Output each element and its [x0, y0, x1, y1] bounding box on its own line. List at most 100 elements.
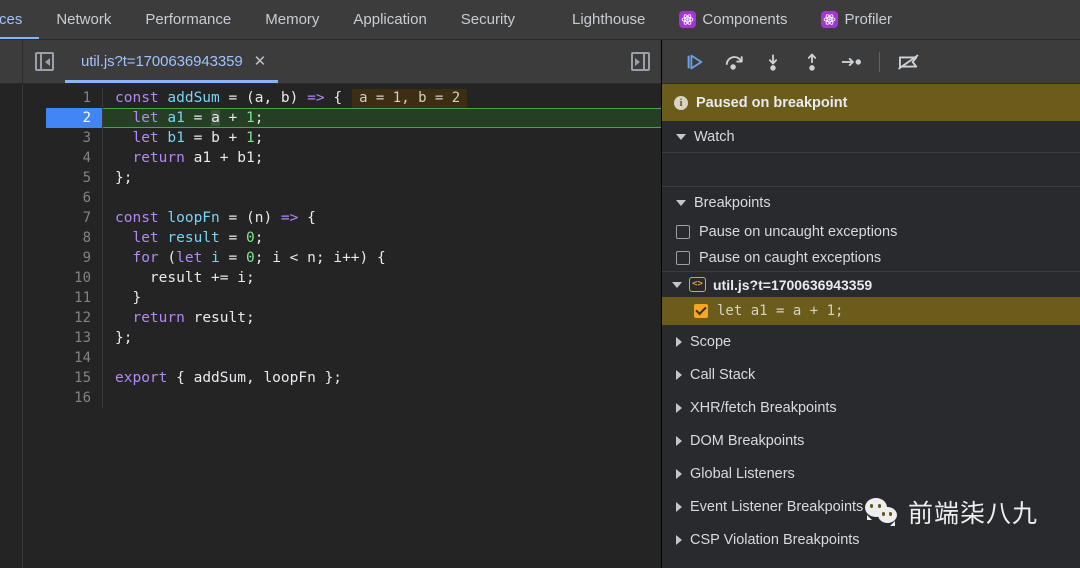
tab-label: Components [702, 11, 787, 28]
line-content: const loopFn = (n) => { [102, 208, 661, 228]
line-content: let result = 0; [102, 228, 661, 248]
chevron-down-icon [672, 282, 682, 288]
checkbox[interactable] [676, 225, 690, 239]
line-content: } [102, 288, 661, 308]
step-icon[interactable] [832, 47, 869, 77]
tab-performance[interactable]: Performance [128, 0, 248, 39]
code-line: 9 for (let i = 0; i < n; i++) { [23, 248, 661, 268]
tab-components[interactable]: Components [662, 0, 804, 39]
resume-icon[interactable] [676, 47, 713, 77]
show-navigator-button[interactable] [23, 40, 65, 83]
option-label: Pause on uncaught exceptions [699, 224, 897, 240]
info-icon: i [674, 96, 688, 110]
line-content: const addSum = (a, b) => {a = 1, b = 2 [102, 88, 661, 108]
chevron-right-icon [676, 502, 682, 512]
section-watch[interactable]: Watch [662, 121, 1080, 153]
line-number: 1 [23, 88, 102, 108]
debugger-toolbar [662, 40, 1080, 84]
line-number: 9 [23, 248, 102, 268]
code-editor[interactable]: 1 const addSum = (a, b) => {a = 1, b = 2… [0, 84, 661, 568]
line-content: }; [102, 168, 661, 188]
line-number: 2 [23, 108, 102, 128]
section-title: Event Listener Breakpoints [690, 499, 863, 515]
breakpoint-item[interactable]: let a1 = a + 1; [662, 297, 1080, 325]
line-number: 7 [23, 208, 102, 228]
chevron-right-icon [676, 370, 682, 380]
code-line: 11 } [23, 288, 661, 308]
code-line: 12 return result; [23, 308, 661, 328]
devtools-body: util.js?t=1700636943359 ✕ 1 const addSum… [0, 40, 1080, 568]
code-line: 14 [23, 348, 661, 368]
tab-label: Profiler [844, 11, 892, 28]
devtools-panel-tabbar: rces Network Performance Memory Applicat… [0, 0, 1080, 40]
show-debugger-button[interactable] [619, 40, 661, 83]
section-title: Call Stack [690, 367, 755, 383]
paused-on-breakpoint-banner: i Paused on breakpoint [662, 84, 1080, 121]
tab-label: Performance [145, 11, 231, 28]
checkbox[interactable] [676, 251, 690, 265]
line-number: 8 [23, 228, 102, 248]
tab-label: rces [0, 11, 22, 28]
file-tab-util-js[interactable]: util.js?t=1700636943359 ✕ [65, 40, 278, 83]
section-title: Scope [690, 334, 731, 350]
code-line: 8 let result = 0; [23, 228, 661, 248]
line-content: result += i; [102, 268, 661, 288]
tab-sources[interactable]: rces [0, 0, 39, 39]
section-xhr-fetch-breakpoints[interactable]: XHR/fetch Breakpoints [662, 391, 1080, 424]
editor-outer-gutter [0, 84, 23, 568]
code-line: 2 let a1 = a + 1; [23, 108, 661, 128]
tab-application[interactable]: Application [336, 0, 443, 39]
tab-label: Memory [265, 11, 319, 28]
deactivate-breakpoints-icon[interactable] [890, 47, 927, 77]
collapse-left-panel-icon [35, 52, 54, 71]
line-number: 11 [23, 288, 102, 308]
section-title: XHR/fetch Breakpoints [690, 400, 837, 416]
tab-label: Lighthouse [572, 11, 645, 28]
line-content: export { addSum, loopFn }; [102, 368, 661, 388]
section-dom-breakpoints[interactable]: DOM Breakpoints [662, 424, 1080, 457]
code-line: 3 let b1 = b + 1; [23, 128, 661, 148]
section-call-stack[interactable]: Call Stack [662, 358, 1080, 391]
section-csp-violation-breakpoints[interactable]: CSP Violation Breakpoints [662, 523, 1080, 556]
watch-empty-area[interactable] [662, 153, 1080, 187]
sources-editor-pane: util.js?t=1700636943359 ✕ 1 const addSum… [0, 40, 662, 568]
tab-network[interactable]: Network [39, 0, 128, 39]
file-tabbar: util.js?t=1700636943359 ✕ [0, 40, 661, 84]
chevron-right-icon [676, 337, 682, 347]
debugger-sidebar: i Paused on breakpoint Watch Breakpoints… [662, 40, 1080, 568]
section-breakpoints[interactable]: Breakpoints [662, 187, 1080, 219]
section-global-listeners[interactable]: Global Listeners [662, 457, 1080, 490]
chevron-right-icon [676, 535, 682, 545]
checkbox[interactable] [694, 304, 708, 318]
toolbar-divider [879, 52, 880, 72]
breakpoint-file-group[interactable]: <> util.js?t=1700636943359 [662, 271, 1080, 297]
line-content: for (let i = 0; i < n; i++) { [102, 248, 661, 268]
breakpoint-file-name: util.js?t=1700636943359 [713, 277, 872, 293]
code-line: 10 result += i; [23, 268, 661, 288]
pause-on-uncaught-exceptions-row[interactable]: Pause on uncaught exceptions [662, 219, 1080, 245]
chevron-right-icon [676, 403, 682, 413]
tab-memory[interactable]: Memory [248, 0, 336, 39]
line-content: let a1 = a + 1; [102, 108, 661, 128]
debugger-sections[interactable]: Watch Breakpoints Pause on uncaught exce… [662, 121, 1080, 568]
code-line: 15 export { addSum, loopFn }; [23, 368, 661, 388]
tab-profiler[interactable]: Profiler [804, 0, 909, 39]
close-icon[interactable]: ✕ [254, 54, 267, 69]
line-number: 16 [23, 388, 102, 408]
step-over-icon[interactable] [715, 47, 752, 77]
line-content: return a1 + b1; [102, 148, 661, 168]
section-event-listener-breakpoints[interactable]: Event Listener Breakpoints [662, 490, 1080, 523]
navigator-gutter [0, 40, 23, 83]
code-line: 4 return a1 + b1; [23, 148, 661, 168]
line-content [102, 388, 661, 408]
pause-on-caught-exceptions-row[interactable]: Pause on caught exceptions [662, 245, 1080, 271]
tab-lighthouse[interactable]: Lighthouse [532, 0, 662, 39]
step-into-icon[interactable] [754, 47, 791, 77]
line-number: 14 [23, 348, 102, 368]
paused-banner-text: Paused on breakpoint [696, 95, 847, 111]
section-title: Watch [694, 129, 735, 145]
tab-security[interactable]: Security [444, 0, 532, 39]
chevron-right-icon [676, 436, 682, 446]
section-scope[interactable]: Scope [662, 325, 1080, 358]
step-out-icon[interactable] [793, 47, 830, 77]
